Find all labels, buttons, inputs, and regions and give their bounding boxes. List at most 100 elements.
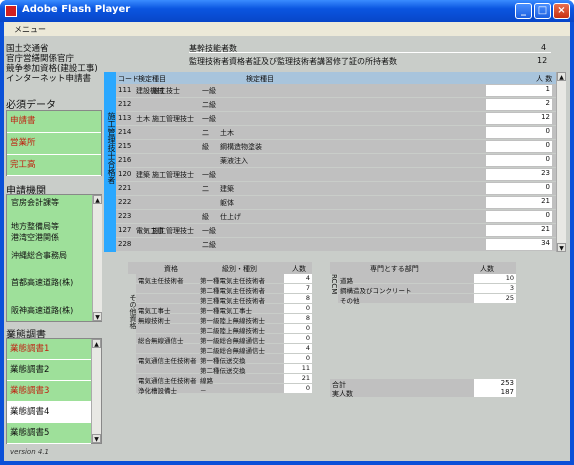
qual-body: 電気主任技術者 第一種電気主任技術者 4 第二種電気主任技術者 7 第三種電気主任技術者 8… xyxy=(136,274,312,400)
qual-count[interactable]: 0 xyxy=(284,384,312,393)
qual-count[interactable]: 8 xyxy=(284,294,312,303)
qual-row: 第二級総合無線通信士 4 xyxy=(136,344,312,355)
main-table-body: 111 建設機械 施工技士 一級 1 212 二級 2 113 土木 施工管理技士 一級 12 214 二土… xyxy=(116,84,556,252)
main-scrollbar[interactable]: ▲ ▼ xyxy=(556,72,566,252)
count-cell[interactable]: 0 xyxy=(486,127,552,138)
kyu-label: 級 xyxy=(202,143,209,151)
qual-row: 電気主任技術者 第一種電気主任技術者 4 xyxy=(136,274,312,285)
total-value: 253 xyxy=(474,379,516,388)
rcm-count[interactable]: 3 xyxy=(474,284,516,293)
apply-item[interactable]: 港湾空港関係 xyxy=(11,232,59,243)
qual-count[interactable]: 7 xyxy=(284,284,312,293)
rcm-header: 専門とする部門 人数 xyxy=(330,262,516,274)
main-table-header: コード 検定種目 検定種目 人 数 xyxy=(116,72,556,84)
apply-item[interactable]: 阪神高速道路(株) xyxy=(11,305,73,316)
main-table-row: 228 二級 34 xyxy=(116,238,556,251)
count-cell[interactable]: 34 xyxy=(486,239,552,250)
apply-item[interactable]: 首都高速道路(株) xyxy=(11,277,73,288)
close-button[interactable]: × xyxy=(553,3,570,19)
qual-count[interactable]: 4 xyxy=(284,274,312,283)
qual-count[interactable]: 0 xyxy=(284,334,312,343)
survey-item[interactable]: 業態調書5 xyxy=(7,423,91,444)
count-cell[interactable]: 0 xyxy=(486,155,552,166)
main-table-row: 111 建設機械 施工技士 一級 1 xyxy=(116,84,556,97)
qual-count[interactable]: 4 xyxy=(284,344,312,353)
app-window: Adobe Flash Player _ □ × メニュー 国土交通省 官庁営繕… xyxy=(0,0,574,465)
scroll-down-icon[interactable]: ▼ xyxy=(557,243,566,252)
menu-bar: メニュー xyxy=(4,22,570,36)
agency-line: インターネット申請書 xyxy=(6,74,92,84)
survey-item-selected[interactable]: 業態調書4 xyxy=(7,402,91,423)
qual-count[interactable]: 21 xyxy=(284,374,312,383)
top-row2-label: 監理技術者資格者証及び監理技術者講習修了証の所持者数 xyxy=(189,57,397,66)
count-cell[interactable]: 12 xyxy=(486,113,552,124)
main-table-row: 216 薬液注入 0 xyxy=(116,154,556,167)
count-cell[interactable]: 21 xyxy=(486,225,552,236)
main-table-row: 215 鋼構造物塗装 0 xyxy=(116,140,556,153)
count-cell[interactable]: 2 xyxy=(486,99,552,110)
rcm-body: 道路 10 鋼構造及びコンクリート 3 その他 25 xyxy=(338,274,516,305)
side-label-bar: 施工管理技士合格者 xyxy=(104,72,116,252)
qual-count[interactable]: 11 xyxy=(284,364,312,373)
main-table-row: 221 二建築 0 xyxy=(116,182,556,195)
kyu-label: 級 xyxy=(202,213,209,221)
scroll-down-icon[interactable]: ▼ xyxy=(92,434,101,443)
qual-row: 電気通信主任技術者 第一種伝送交換 0 xyxy=(136,354,312,365)
required-item[interactable]: 申請書 xyxy=(7,111,101,133)
actual-value: 187 xyxy=(474,388,516,397)
qual-count[interactable]: 0 xyxy=(284,324,312,333)
top-row1-value: 4 xyxy=(541,43,547,52)
title-bar: Adobe Flash Player _ □ × xyxy=(0,0,574,22)
scroll-up-icon[interactable]: ▲ xyxy=(93,195,102,204)
count-cell[interactable]: 21 xyxy=(486,197,552,208)
qual-count[interactable]: 0 xyxy=(284,304,312,313)
qual-row: 浄化槽設備士－ 0 xyxy=(136,384,312,395)
qual-count[interactable]: 0 xyxy=(284,354,312,363)
count-cell[interactable]: 0 xyxy=(486,211,552,222)
required-list: 申請書 営業所 完工高 xyxy=(6,110,102,176)
qual-header: 資格 級別・種別 人数 xyxy=(128,262,312,274)
qual-row: 総合無線通信士 第一級総合無線通信士 0 xyxy=(136,334,312,345)
survey-item[interactable]: 業態調書1 xyxy=(7,339,91,360)
apply-item[interactable]: 地方整備局等 xyxy=(11,221,59,232)
qual-row: 電気工事士 第一種電気工事士 0 xyxy=(136,304,312,315)
rcm-count[interactable]: 10 xyxy=(474,274,516,283)
required-item[interactable]: 営業所 xyxy=(7,133,101,155)
count-cell[interactable]: 0 xyxy=(486,141,552,152)
apply-item[interactable]: 沖縄総合事務局 xyxy=(11,250,67,261)
qual-row: 無線技術士 第一級陸上無線技術士 8 xyxy=(136,314,312,325)
main-table-row: 214 二土木 0 xyxy=(116,126,556,139)
content-area: 国土交通省 官庁営繕関係官庁 競争参加資格(建設工事) インターネット申請書 必… xyxy=(4,36,570,461)
minimize-button[interactable]: _ xyxy=(515,3,532,19)
main-table-row: 212 二級 2 xyxy=(116,98,556,111)
main-table-row: 120 建築 施工管理技士 一級 23 xyxy=(116,168,556,181)
main-table-row: 223 仕上げ 0 xyxy=(116,210,556,223)
top-row2-value: 12 xyxy=(537,56,548,65)
scroll-up-icon[interactable]: ▲ xyxy=(557,72,566,81)
apply-item[interactable]: 官房会計課等 xyxy=(11,197,59,208)
rcm-row: 道路 10 xyxy=(338,274,516,285)
apply-scrollbar[interactable]: ▲ ▼ xyxy=(92,195,102,321)
survey-list: 業態調書1 業態調書2 業態調書3 業態調書4 業態調書5 ▲ ▼ xyxy=(6,338,102,444)
scroll-up-icon[interactable]: ▲ xyxy=(92,339,101,348)
count-cell[interactable]: 0 xyxy=(486,183,552,194)
qual-row: 第二種電気主任技術者 7 xyxy=(136,284,312,295)
required-item[interactable]: 完工高 xyxy=(7,155,101,176)
main-table-row: 113 土木 施工管理技士 一級 12 xyxy=(116,112,556,125)
survey-scrollbar[interactable]: ▲ ▼ xyxy=(91,339,101,443)
window-title: Adobe Flash Player xyxy=(22,4,131,15)
count-cell[interactable]: 1 xyxy=(486,85,552,96)
qual-row: 電気通信主任技術者 線路 21 xyxy=(136,374,312,385)
qual-row: 第二種伝送交換 11 xyxy=(136,364,312,375)
rcm-count[interactable]: 25 xyxy=(474,294,516,303)
count-cell[interactable]: 23 xyxy=(486,169,552,180)
menu-item[interactable]: メニュー xyxy=(14,24,46,35)
survey-item[interactable]: 業態調書3 xyxy=(7,381,91,402)
qual-count[interactable]: 8 xyxy=(284,314,312,323)
version-label: version 4.1 xyxy=(10,448,49,456)
survey-item[interactable]: 業態調書2 xyxy=(7,360,91,381)
qual-row: 第二級陸上無線技術士 0 xyxy=(136,324,312,335)
rcm-row: 鋼構造及びコンクリート 3 xyxy=(338,284,516,295)
scroll-down-icon[interactable]: ▼ xyxy=(93,312,102,321)
maximize-button[interactable]: □ xyxy=(534,3,551,19)
